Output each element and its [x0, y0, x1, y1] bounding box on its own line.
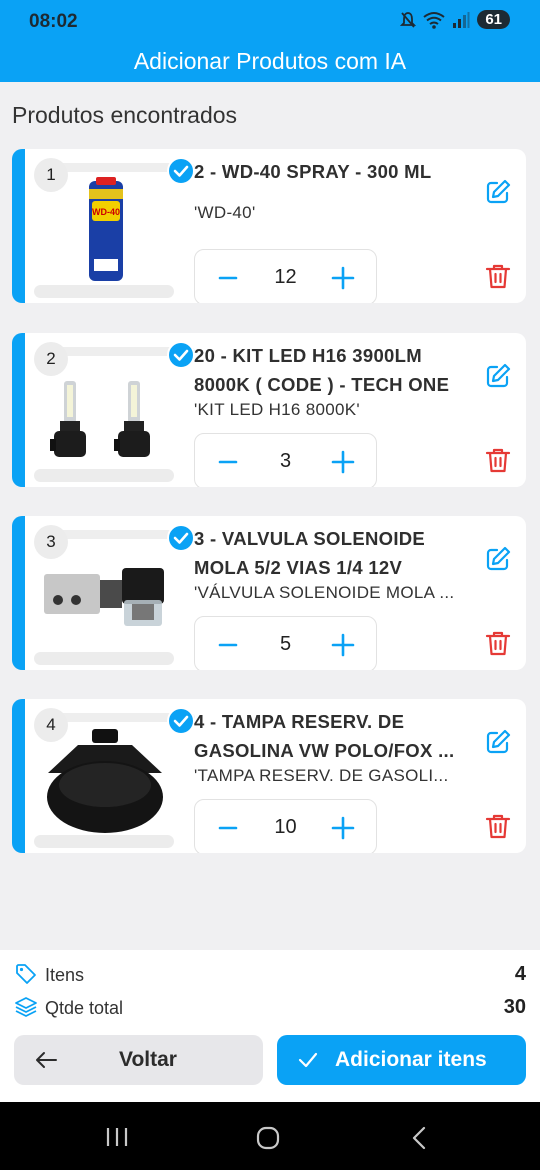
app-bar: Adicionar Produtos com IA — [0, 44, 540, 82]
mute-icon — [400, 11, 417, 28]
back-icon[interactable] — [410, 1126, 428, 1150]
product-title: 3 - VALVULA SOLENOIDE MOLA 5/2 VIAS 1/4 … — [194, 528, 426, 578]
product-title: 4 - TAMPA RESERV. DE GASOLINA VW POLO/FO… — [194, 711, 455, 761]
page-title: Adicionar Produtos com IA — [133, 48, 407, 74]
items-label: Itens — [45, 965, 85, 985]
product-index: 3 — [34, 525, 68, 559]
plus-icon[interactable] — [330, 265, 356, 291]
add-items-button-label: Adicionar itens — [335, 1048, 487, 1071]
quantity-stepper[interactable]: 5 — [194, 616, 377, 670]
trash-icon[interactable] — [483, 445, 513, 475]
product-image — [47, 729, 163, 833]
product-code: 'KIT LED H16 8000K' — [194, 400, 360, 419]
product-index: 2 — [34, 342, 68, 376]
product-image — [50, 381, 150, 457]
product-index: 1 — [34, 158, 68, 192]
quantity-stepper[interactable]: 3 — [194, 433, 377, 487]
check-icon[interactable] — [167, 707, 195, 735]
check-icon — [298, 1052, 318, 1068]
plus-icon[interactable] — [330, 815, 356, 841]
image-placeholder-bar — [34, 835, 174, 848]
product-card[interactable]: 3 3 - VALVULA SOLENOIDE MOLA 5/2 VIAS 1/… — [12, 516, 526, 670]
status-bar: 08:02 61 — [0, 0, 540, 44]
summary-total-row: Qtde total 30 — [12, 995, 526, 1021]
check-icon[interactable] — [167, 524, 195, 552]
product-code: 'TAMPA RESERV. DE GASOLI... — [194, 766, 449, 785]
edit-icon[interactable] — [483, 361, 513, 391]
image-placeholder-bar — [34, 285, 174, 298]
total-quantity-label: Qtde total — [45, 998, 124, 1018]
back-button-label: Voltar — [119, 1048, 177, 1071]
trash-icon[interactable] — [483, 261, 513, 291]
trash-icon[interactable] — [483, 811, 513, 841]
check-icon[interactable] — [167, 157, 195, 185]
product-card[interactable]: 4 4 - TAMPA RESERV. DE GASOLINA VW POLO/… — [12, 699, 526, 853]
quantity-stepper[interactable]: 10 — [194, 799, 377, 853]
plus-icon[interactable] — [330, 632, 356, 658]
trash-icon[interactable] — [483, 628, 513, 658]
product-card[interactable]: WD-40 1 2 - WD-40 SPRAY - 300 ML 'WD-40'… — [12, 149, 526, 303]
wifi-icon — [423, 11, 445, 29]
product-index: 4 — [34, 708, 68, 742]
check-icon[interactable] — [167, 341, 195, 369]
edit-icon[interactable] — [483, 544, 513, 574]
tag-icon — [16, 964, 36, 984]
summary-items-row: Itens 4 — [12, 962, 526, 988]
product-code: 'VÁLVULA SOLENOIDE MOLA ... — [194, 583, 455, 602]
product-card[interactable]: 2 20 - KIT LED H16 3900LM 8000K ( CODE )… — [12, 333, 526, 487]
quantity-stepper[interactable]: 12 — [194, 249, 377, 303]
product-image: WD-40 — [89, 177, 123, 281]
back-button[interactable]: Voltar — [14, 1035, 263, 1085]
status-icons: 61 — [400, 10, 510, 29]
layers-icon — [15, 997, 37, 1017]
svg-text:WD-40: WD-40 — [92, 207, 120, 217]
edit-icon[interactable] — [483, 727, 513, 757]
recent-apps-icon[interactable] — [104, 1126, 130, 1148]
plus-icon[interactable] — [330, 449, 356, 475]
signal-icon — [453, 11, 470, 28]
arrow-left-icon — [36, 1052, 57, 1068]
product-code: 'WD-40' — [194, 203, 256, 222]
items-count: 4 — [514, 963, 526, 985]
edit-icon[interactable] — [483, 177, 513, 207]
battery-indicator: 61 — [477, 10, 510, 29]
image-placeholder-bar — [34, 652, 174, 665]
total-quantity-value: 30 — [503, 996, 526, 1018]
system-navigation-bar — [0, 1102, 540, 1170]
product-title: 20 - KIT LED H16 3900LM 8000K ( CODE ) -… — [194, 345, 450, 395]
status-time: 08:02 — [29, 11, 78, 32]
section-title: Produtos encontrados — [12, 102, 238, 128]
image-placeholder-bar — [34, 469, 174, 482]
add-items-button[interactable]: Adicionar itens — [277, 1035, 526, 1085]
summary-panel: Itens 4 Qtde total 30 Voltar Adicionar i… — [0, 950, 540, 1102]
home-icon[interactable] — [256, 1126, 280, 1150]
product-image — [44, 568, 164, 626]
product-title: 2 - WD-40 SPRAY - 300 ML — [194, 161, 432, 182]
